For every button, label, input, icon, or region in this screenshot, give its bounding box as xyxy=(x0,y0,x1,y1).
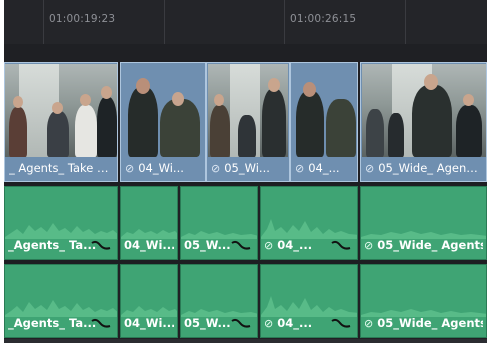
link-icon: ⊘ xyxy=(264,317,274,330)
clip-thumbnails xyxy=(361,63,486,158)
audio-clip[interactable]: ⊘ 05_Wide_ Agents_ xyxy=(360,186,487,260)
video-clip[interactable]: _ Agents_ Take 1... xyxy=(4,62,118,182)
video-clip-label: ⊘ 04_... xyxy=(295,161,340,175)
clip-thumbnails xyxy=(5,63,117,158)
audio-clip-label: 04_Wi... xyxy=(124,316,174,330)
audio-waveform xyxy=(261,219,357,239)
volume-curve-icon[interactable] xyxy=(231,239,251,251)
timeline-panel[interactable]: 01:00:19:23 01:00:26:15 _ Agents_ Take 1… xyxy=(4,0,487,343)
clip-thumbnail xyxy=(5,64,117,157)
video-clip[interactable]: ⊘ 05_Wide_ Agents_ xyxy=(360,62,487,182)
ruler-timecode: 01:00:19:23 xyxy=(49,13,116,25)
audio-waveform xyxy=(181,231,257,239)
audio-waveform xyxy=(121,229,177,239)
volume-curve-icon[interactable] xyxy=(331,317,351,329)
video-clip[interactable]: ⊘ 05_Wi... xyxy=(206,62,290,182)
link-icon: ⊘ xyxy=(211,162,221,175)
audio-waveform xyxy=(261,296,357,317)
audio-clip[interactable]: 05_W... xyxy=(180,264,258,338)
clip-thumbnails xyxy=(121,63,205,158)
audio-clip[interactable]: ⊘ 04_... xyxy=(260,186,358,260)
timeline-bottom-strip xyxy=(4,339,487,343)
ruler-tick xyxy=(284,0,285,44)
volume-curve-icon[interactable] xyxy=(231,317,251,329)
link-icon: ⊘ xyxy=(364,239,374,252)
video-clip-label: ⊘ 05_Wide_ Agents_ xyxy=(365,161,482,175)
link-icon: ⊘ xyxy=(364,317,374,330)
track-header-strip xyxy=(4,44,487,62)
volume-curve-icon[interactable] xyxy=(91,239,111,251)
audio-waveform xyxy=(121,306,177,317)
audio-clip-label: ⊘ 05_Wide_ Agents_ xyxy=(364,316,483,330)
audio-clip[interactable]: ⊘ 05_Wide_ Agents_ xyxy=(360,264,487,338)
audio-clip[interactable]: _Agents_ Ta... xyxy=(4,186,118,260)
volume-curve-icon[interactable] xyxy=(91,317,111,329)
ruler-tick xyxy=(164,0,165,44)
clip-thumbnail xyxy=(292,64,356,157)
clip-thumbnails xyxy=(291,63,357,158)
volume-curve-icon[interactable] xyxy=(331,239,351,251)
audio-clip[interactable]: 04_Wi... xyxy=(120,186,178,260)
audio-waveform xyxy=(5,300,117,317)
link-icon: ⊘ xyxy=(295,162,305,175)
link-icon: ⊘ xyxy=(264,239,274,252)
ruler-timecode: 01:00:26:15 xyxy=(290,13,357,25)
link-icon: ⊘ xyxy=(365,162,375,175)
clip-thumbnails xyxy=(207,63,289,158)
video-clip-label: ⊘ 05_Wi... xyxy=(211,161,270,175)
video-clip-label: _ Agents_ Take 1... xyxy=(9,161,113,175)
link-icon: ⊘ xyxy=(125,162,135,175)
clip-thumbnail xyxy=(208,64,288,157)
audio-clip-label: 04_Wi... xyxy=(124,238,174,252)
audio-clip[interactable]: 04_Wi... xyxy=(120,264,178,338)
audio-waveform xyxy=(361,231,486,239)
video-clip[interactable]: ⊘ 04_... xyxy=(290,62,358,182)
audio-clip-label: ⊘ 05_Wide_ Agents_ xyxy=(364,238,483,252)
video-clip[interactable]: ⊘ 04_Wi... xyxy=(120,62,206,182)
timecode-ruler[interactable]: 01:00:19:23 01:00:26:15 xyxy=(4,0,487,45)
clip-thumbnail xyxy=(122,64,204,157)
audio-clip[interactable]: ⊘ 04_... xyxy=(260,264,358,338)
ruler-tick xyxy=(43,0,44,44)
video-clip-label: ⊘ 04_Wi... xyxy=(125,161,184,175)
audio-waveform xyxy=(181,309,257,317)
app-root: 01:00:19:23 01:00:26:15 _ Agents_ Take 1… xyxy=(0,0,487,347)
clip-thumbnail xyxy=(362,64,486,157)
ruler-tick xyxy=(405,0,406,44)
audio-waveform xyxy=(5,223,117,239)
audio-clip[interactable]: 05_W... xyxy=(180,186,258,260)
audio-waveform xyxy=(361,309,486,317)
audio-clip[interactable]: _Agents_ Ta... xyxy=(4,264,118,338)
